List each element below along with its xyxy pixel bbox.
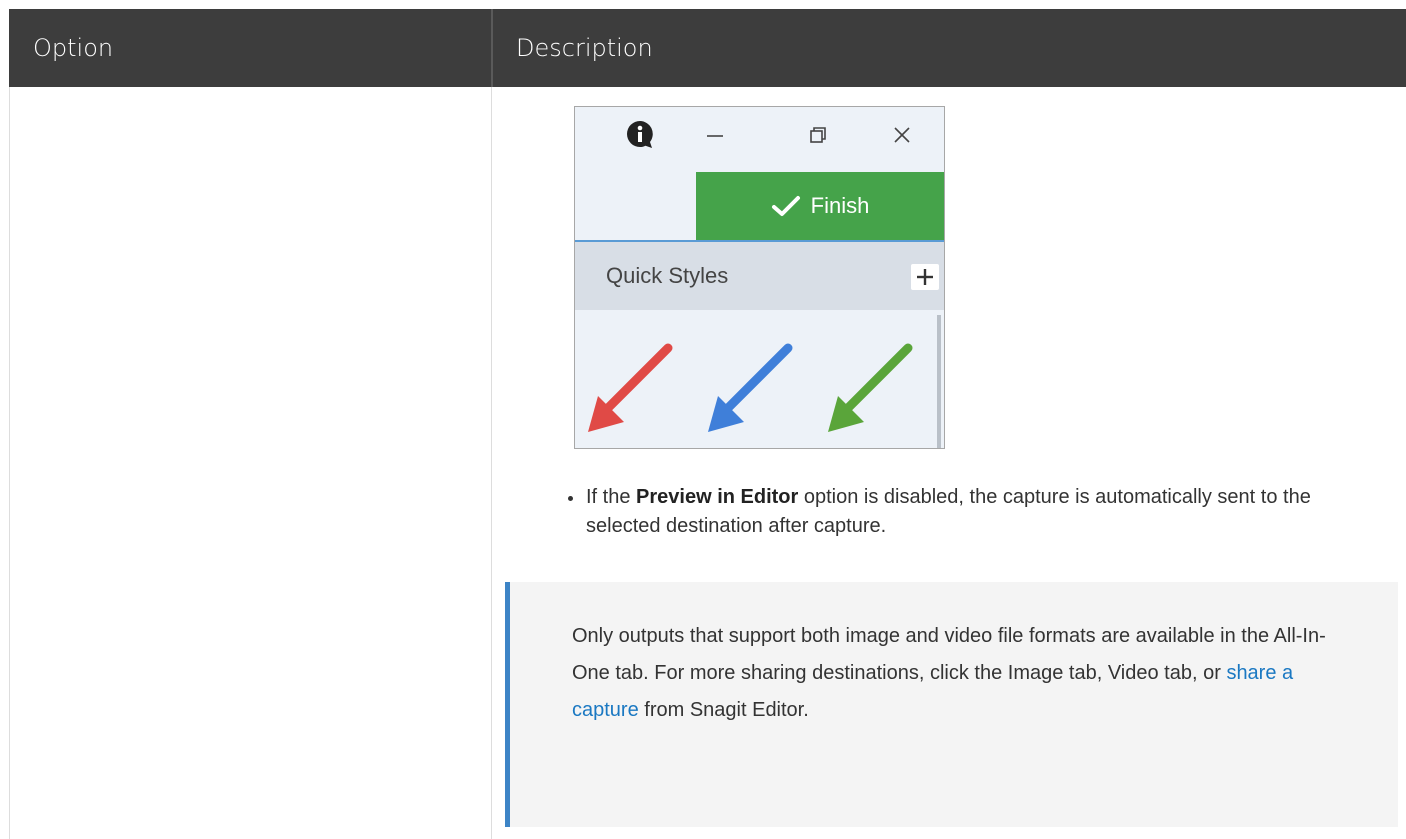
finish-label: Finish — [810, 193, 870, 218]
quick-styles-bar: Quick Styles — [575, 242, 944, 310]
note-text: Only outputs that support both image and… — [572, 618, 1362, 729]
close-icon — [894, 127, 910, 143]
quick-styles-panel — [575, 310, 944, 448]
add-quick-style-button — [911, 264, 939, 290]
note-box: Only outputs that support both image and… — [505, 582, 1398, 827]
description-column-header: Description — [516, 34, 653, 62]
column-divider — [491, 87, 492, 839]
quick-styles-label: Quick Styles — [606, 263, 729, 288]
note-accent-bar — [505, 582, 510, 827]
bullet-text: If the Preview in Editor option is disab… — [586, 483, 1346, 541]
note-text-before: Only outputs that support both image and… — [572, 625, 1326, 684]
window-titlebar — [575, 107, 944, 169]
checkmark-icon — [771, 196, 800, 216]
bullet-prefix: If the — [586, 486, 637, 508]
header-divider — [491, 9, 493, 87]
note-text-after: from Snagit Editor. — [638, 699, 809, 721]
green-arrow-style — [828, 343, 913, 432]
info-icon — [627, 121, 653, 148]
bullet-dot — [568, 496, 573, 501]
restore-icon — [810, 127, 826, 143]
red-arrow-style — [588, 343, 673, 432]
plus-icon — [917, 269, 933, 285]
table-header: Option Description — [9, 9, 1406, 87]
option-column-header: Option — [33, 34, 114, 62]
editor-screenshot: Finish Quick Styles — [574, 106, 945, 449]
quick-styles-scrollbar — [937, 315, 941, 448]
finish-button: Finish — [696, 172, 944, 240]
minimize-icon — [707, 135, 723, 137]
preview-in-editor-term: Preview in Editor — [636, 486, 799, 508]
blue-arrow-style — [708, 343, 793, 432]
row-left-border — [9, 87, 10, 839]
